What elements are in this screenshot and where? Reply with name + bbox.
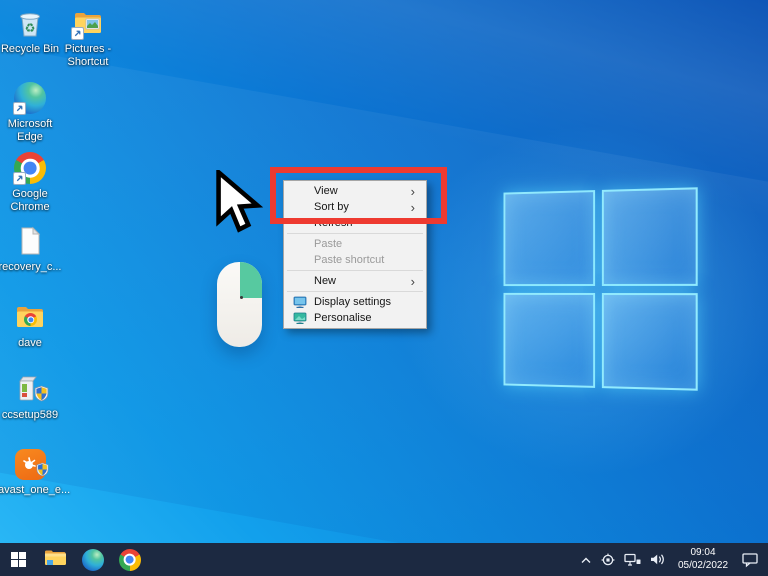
menu-item-personalise[interactable]: Personalise bbox=[284, 310, 426, 326]
desktop-icon-label: Recycle Bin bbox=[0, 43, 60, 55]
chevron-right-icon: › bbox=[410, 183, 415, 199]
windows-start-icon bbox=[10, 551, 27, 568]
start-button[interactable] bbox=[0, 543, 37, 576]
recycle-bin-icon: ♻ bbox=[13, 6, 47, 40]
desktop-icon-pictures-shortcut[interactable]: Pictures - Shortcut bbox=[56, 6, 120, 68]
menu-item-label: Paste bbox=[314, 238, 343, 250]
system-tray: 09:04 05/02/2022 bbox=[580, 543, 768, 576]
chrome-file-icon bbox=[24, 313, 37, 326]
menu-item-refresh[interactable]: Refresh bbox=[284, 215, 426, 231]
installer-icon bbox=[13, 372, 49, 407]
desktop-icon-label: avast_one_e... bbox=[0, 484, 71, 496]
windows-logo-pane bbox=[601, 292, 698, 391]
taskbar: 09:04 05/02/2022 bbox=[0, 543, 768, 576]
menu-item-label: New bbox=[314, 275, 337, 287]
chrome-icon bbox=[118, 548, 141, 571]
menu-item-paste[interactable]: Paste bbox=[284, 236, 426, 252]
tray-chevron-up-icon[interactable] bbox=[580, 555, 592, 565]
menu-separator bbox=[287, 291, 423, 292]
menu-item-label: Sort by bbox=[314, 201, 349, 213]
windows-logo-pane bbox=[503, 292, 595, 388]
edge-icon bbox=[81, 548, 104, 571]
folder-icon bbox=[13, 300, 47, 334]
desktop-icon-label: Google Chrome bbox=[10, 188, 50, 213]
edge-icon bbox=[13, 81, 47, 115]
clock-date: 05/02/2022 bbox=[677, 559, 729, 571]
menu-separator bbox=[287, 233, 423, 234]
uac-shield-icon bbox=[36, 462, 49, 482]
windows-logo-pane bbox=[601, 187, 698, 286]
desktop-icon-avast[interactable]: avast_one_e... bbox=[0, 447, 71, 497]
shortcut-arrow-icon bbox=[13, 172, 26, 185]
file-explorer-icon bbox=[44, 548, 67, 572]
desktop-icon-dave-folder[interactable]: dave bbox=[0, 300, 62, 350]
tray-app-icon[interactable] bbox=[601, 553, 615, 567]
shortcut-arrow-icon bbox=[13, 102, 26, 115]
menu-item-label: View bbox=[314, 185, 338, 197]
pictures-folder-icon bbox=[71, 6, 105, 40]
menu-item-label: Display settings bbox=[314, 296, 392, 308]
personalise-icon bbox=[286, 312, 314, 325]
desktop-icon-label: Microsoft Edge bbox=[7, 118, 53, 143]
taskbar-chrome[interactable] bbox=[111, 543, 148, 576]
menu-item-new[interactable]: New › bbox=[284, 273, 426, 289]
windows-logo-pane bbox=[503, 190, 595, 286]
desktop-icon-label: recovery_c... bbox=[0, 261, 62, 273]
menu-item-label: Refresh bbox=[314, 217, 353, 229]
mouse-illustration bbox=[217, 262, 262, 347]
uac-shield-icon bbox=[34, 385, 49, 407]
menu-item-view[interactable]: View › bbox=[284, 183, 426, 199]
menu-item-display-settings[interactable]: Display settings bbox=[284, 294, 426, 310]
shortcut-arrow-icon bbox=[71, 27, 84, 40]
menu-item-paste-shortcut[interactable]: Paste shortcut bbox=[284, 252, 426, 268]
desktop-icon-recycle-bin[interactable]: ♻ Recycle Bin bbox=[0, 6, 62, 56]
menu-item-label: Personalise bbox=[314, 312, 372, 324]
mouse-right-button-highlight bbox=[239, 262, 262, 298]
document-icon bbox=[13, 224, 47, 258]
desktop-icon-microsoft-edge[interactable]: Microsoft Edge bbox=[0, 81, 62, 143]
chevron-right-icon: › bbox=[410, 273, 415, 289]
clock-time: 09:04 bbox=[690, 547, 716, 558]
mouse-cursor-graphic bbox=[210, 167, 266, 239]
desktop-icon-google-chrome[interactable]: Google Chrome bbox=[0, 151, 62, 213]
desktop-icon-label: ccsetup589 bbox=[1, 409, 59, 421]
action-center-icon[interactable] bbox=[741, 552, 760, 568]
avast-icon bbox=[13, 447, 49, 482]
desktop-icon-label: dave bbox=[18, 337, 42, 349]
desktop-icon-label: Pictures - Shortcut bbox=[64, 43, 112, 68]
svg-text:♻: ♻ bbox=[25, 21, 36, 35]
windows-logo-wallpaper bbox=[503, 187, 698, 391]
taskbar-clock[interactable]: 09:04 05/02/2022 bbox=[674, 547, 732, 572]
menu-item-label: Paste shortcut bbox=[314, 254, 385, 266]
taskbar-file-explorer[interactable] bbox=[37, 543, 74, 576]
menu-item-sort-by[interactable]: Sort by › bbox=[284, 199, 426, 215]
mouse-notch bbox=[239, 296, 243, 299]
tray-volume-icon[interactable] bbox=[650, 553, 665, 566]
menu-separator bbox=[287, 270, 423, 271]
tray-network-icon[interactable] bbox=[624, 553, 641, 567]
display-settings-icon bbox=[286, 296, 314, 309]
chrome-icon bbox=[13, 151, 47, 185]
taskbar-edge[interactable] bbox=[74, 543, 111, 576]
chevron-right-icon: › bbox=[410, 199, 415, 215]
desktop-icon-recovery-file[interactable]: recovery_c... bbox=[0, 224, 62, 274]
desktop-icon-ccsetup[interactable]: ccsetup589 bbox=[0, 372, 62, 422]
context-menu: View › Sort by › Refresh Paste Paste sho… bbox=[283, 180, 427, 329]
desktop-wallpaper[interactable]: ♻ Recycle Bin Pictures - Shortcut Micros… bbox=[0, 0, 768, 576]
